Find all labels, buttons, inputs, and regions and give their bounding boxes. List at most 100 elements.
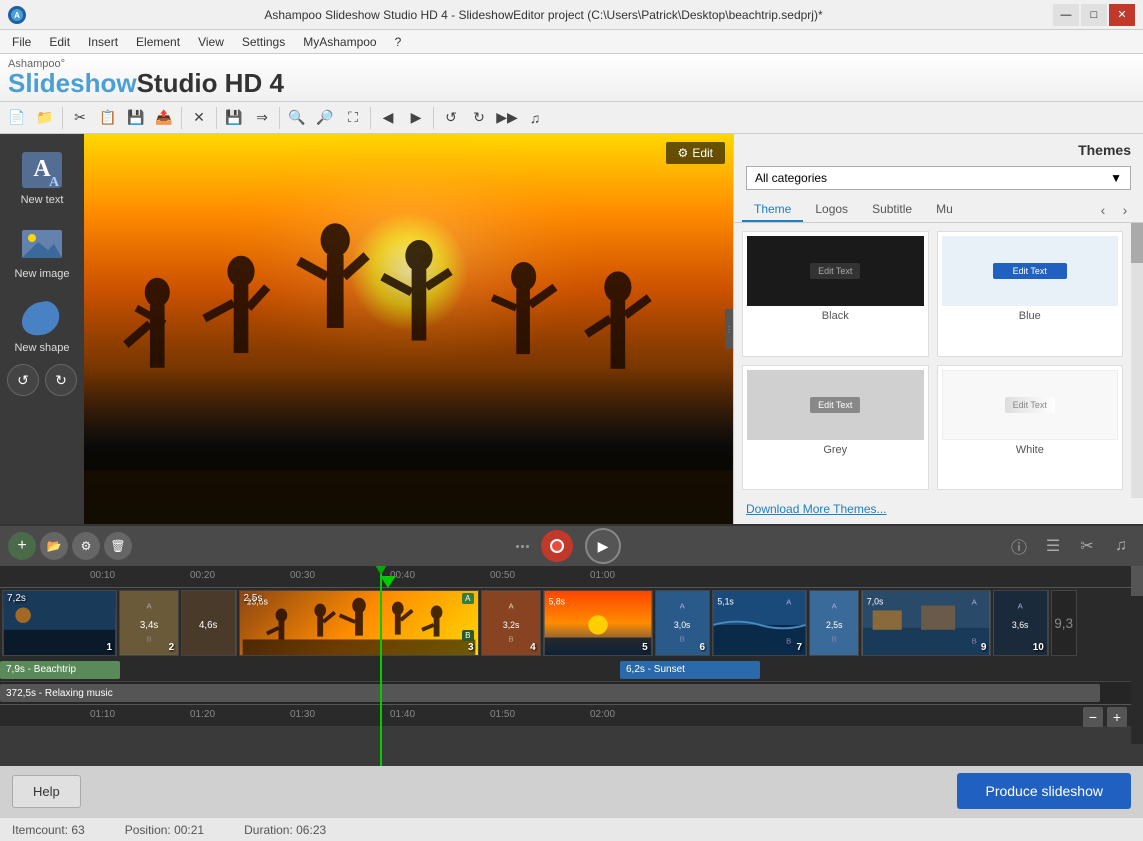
close-button[interactable]: ✕ [1109,4,1135,26]
ruler-mark-2-2: 01:20 [190,709,215,720]
slide-2-extra[interactable]: 4,6s [181,590,236,656]
produce-slideshow-button[interactable]: Produce slideshow [957,773,1131,809]
music-label: 372,5s - Relaxing music [6,688,113,699]
toolbar-zoom-in[interactable]: 🔍 [284,105,310,131]
play-button[interactable]: ▶ [585,528,621,564]
rotate-ccw-button[interactable]: ↺ [7,364,39,396]
add-slide-button[interactable]: + [8,532,36,560]
record-button[interactable] [541,530,573,562]
new-shape-tool[interactable]: New shape [6,290,78,360]
new-image-tool[interactable]: New image [6,216,78,286]
slides-track: 7,2s 1 3,4sAB 2 4,6s [0,588,1143,658]
toolbar-export2[interactable]: ⇒ [249,105,275,131]
svg-text:A: A [49,175,60,190]
tab-mu[interactable]: Mu [924,198,965,222]
menu-settings[interactable]: Settings [234,33,293,51]
preview-resize-handle[interactable]: ⋮ [725,309,733,349]
slide-9[interactable]: 7,0s A B 9 [861,590,991,656]
zoom-out-btn[interactable]: − [1083,707,1103,727]
menu-help[interactable]: ? [387,33,410,51]
toolbar-next[interactable]: ▶ [403,105,429,131]
toolbar-copy[interactable]: 📋 [95,105,121,131]
toolbar-fit[interactable]: ⛶ [340,105,366,131]
audio-video-tracks: 7,9s - Beachtrip 6,2s - Sunset 372,5s - … [0,658,1143,704]
beachtrip-segment[interactable]: 7,9s - Beachtrip [0,661,120,679]
slide-5[interactable]: 5,8s 5 [543,590,653,656]
slide-more[interactable]: 9,3 [1051,590,1077,656]
slide-6-transition[interactable]: 3,0sAB 6 [655,590,710,656]
slide-8-transition[interactable]: 2,5sAB [809,590,859,656]
slide-3-number: 3 [468,642,474,653]
tab-theme[interactable]: Theme [742,198,803,222]
theme-black-name: Black [822,310,849,322]
ruler-mark-2-4: 01:40 [390,709,415,720]
new-text-tool[interactable]: A A New text [6,142,78,212]
layers-button[interactable]: ☰ [1039,532,1067,560]
themes-nav-next[interactable]: › [1115,200,1135,220]
menu-file[interactable]: File [4,33,39,51]
logo-studio: Studio HD 4 [137,68,284,98]
maximize-button[interactable]: □ [1081,4,1107,26]
themes-nav-prev[interactable]: ‹ [1093,200,1113,220]
ruler-mark-2-1: 01:10 [90,709,115,720]
toolbar-music[interactable]: ♫ [522,105,548,131]
toolbar-rotate-right[interactable]: ↻ [466,105,492,131]
theme-grey[interactable]: Edit Text Grey [742,365,929,491]
toolbar-rotate-left[interactable]: ↺ [438,105,464,131]
menu-myashampoo[interactable]: MyAshampoo [295,33,384,51]
tab-subtitle[interactable]: Subtitle [860,198,924,222]
left-panel: A A New text New image [0,134,84,524]
svg-text:9,3: 9,3 [1054,616,1073,631]
theme-black[interactable]: Edit Text Black [742,231,929,357]
toolbar-save2[interactable]: 💾 [221,105,247,131]
theme-blue[interactable]: Edit Text Blue [937,231,1124,357]
menu-element[interactable]: Element [128,33,188,51]
info-button[interactable]: ⓘ [1005,532,1033,560]
toolbar-save[interactable]: 💾 [123,105,149,131]
playhead[interactable] [380,566,382,766]
slide-2-transition[interactable]: 3,4sAB 2 [119,590,179,656]
slide-4-transition[interactable]: 3,2sAB 4 [481,590,541,656]
svg-text:A: A [1018,601,1024,610]
slide-7[interactable]: 5,1s A B 7 [712,590,807,656]
music-segment[interactable]: 372,5s - Relaxing music [0,684,1100,702]
menu-view[interactable]: View [190,33,232,51]
download-themes-link[interactable]: Download More Themes... [734,498,1143,524]
timeline-scrollbar-v[interactable] [1131,566,1143,744]
theme-white[interactable]: Edit Text White [937,365,1124,491]
minimize-button[interactable]: — [1053,4,1079,26]
menu-edit[interactable]: Edit [41,33,78,51]
edit-button[interactable]: ⚙ Edit [666,142,725,164]
themes-scrollbar[interactable] [1131,223,1143,498]
tab-logos[interactable]: Logos [803,198,860,222]
zoom-in-btn[interactable]: + [1107,707,1127,727]
toolbar-transitions[interactable]: ▶▶ [494,105,520,131]
toolbar-cut[interactable]: ✂ [67,105,93,131]
delete-slide-button[interactable]: 🗑 [104,532,132,560]
sunset-segment[interactable]: 6,2s - Sunset [620,661,760,679]
record-dot [550,539,564,553]
toolbar-prev[interactable]: ◀ [375,105,401,131]
timeline-controls-bar: + 📂 ⚙ 🗑 ▶ ⓘ ☰ ✂ ♫ [0,524,1143,566]
slide-3[interactable]: 13,6s 2,5s 3 A B [239,590,479,656]
timeline-right-controls: ⓘ ☰ ✂ ♫ [1005,532,1135,560]
toolbar-zoom-out[interactable]: 🔎 [312,105,338,131]
import-button[interactable]: 📂 [40,532,68,560]
themes-category-dropdown[interactable]: All categories ▼ [746,166,1131,190]
toolbar-export[interactable]: 📤 [151,105,177,131]
music-button[interactable]: ♫ [1107,532,1135,560]
toolbar-open[interactable]: 📁 [32,105,58,131]
rotate-cw-button[interactable]: ↻ [45,364,77,396]
slide-1[interactable]: 7,2s 1 [2,590,117,656]
slide-10[interactable]: 3,6sA 10 [993,590,1048,656]
menu-insert[interactable]: Insert [80,33,126,51]
ruler-mark-2: 00:20 [190,570,215,581]
help-button[interactable]: Help [12,775,81,808]
svg-text:A: A [786,598,792,607]
settings-button[interactable]: ⚙ [72,532,100,560]
clip-button[interactable]: ✂ [1073,532,1101,560]
themes-scrollbar-thumb [1131,223,1143,263]
toolbar-new[interactable]: 📄 [4,105,30,131]
toolbar-delete[interactable]: ✕ [186,105,212,131]
status-bar: Itemcount: 63 Position: 00:21 Duration: … [0,817,1143,841]
